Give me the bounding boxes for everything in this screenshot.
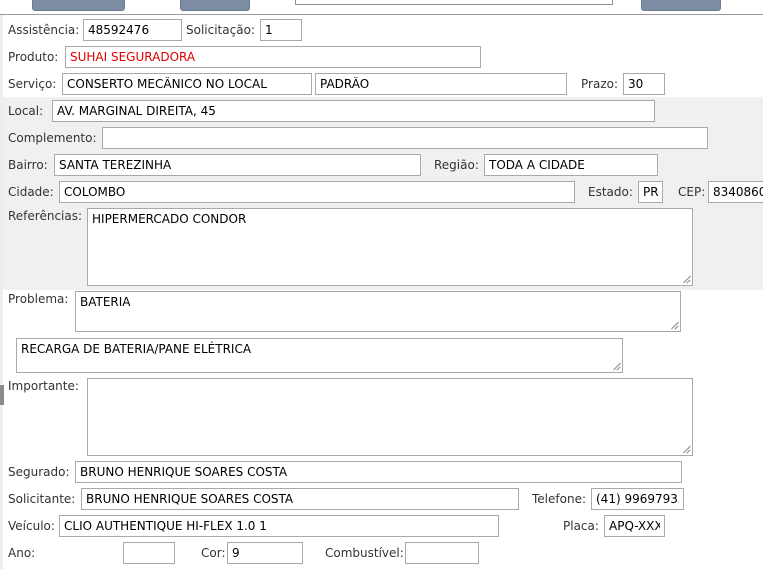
combustivel-label: Combustível: [325, 546, 404, 560]
resize-grip-icon[interactable] [682, 445, 690, 453]
telefone-field[interactable] [591, 488, 684, 510]
referencias-label: Referências: [8, 209, 83, 223]
cep-field[interactable] [708, 181, 763, 203]
veiculo-label: Veículo: [8, 519, 55, 533]
servico-tipo-field[interactable] [315, 73, 567, 95]
local-field[interactable] [52, 100, 655, 122]
cidade-field[interactable] [59, 181, 575, 203]
resize-grip-icon[interactable] [670, 321, 678, 329]
toolbar-button-center[interactable] [180, 0, 250, 11]
problema-textarea[interactable]: BATERIA [75, 291, 681, 332]
cor-label: Cor: [201, 546, 226, 560]
assistencia-field[interactable] [83, 19, 182, 41]
estado-field[interactable] [638, 181, 663, 203]
importante-label: Importante: [8, 379, 79, 393]
complemento-field[interactable] [102, 127, 708, 149]
veiculo-field[interactable] [59, 515, 499, 537]
produto-field[interactable] [65, 46, 481, 68]
bairro-label: Bairro: [8, 158, 48, 172]
servico-label: Serviço: [8, 77, 57, 91]
toolbar-button-left[interactable] [32, 0, 125, 11]
regiao-field[interactable] [484, 154, 658, 176]
top-toolbar [0, 0, 763, 15]
problema-label: Problema: [8, 292, 69, 306]
telefone-label: Telefone: [532, 492, 586, 506]
left-scroll-marker [0, 385, 4, 405]
resize-grip-icon[interactable] [682, 275, 690, 283]
toolbar-field[interactable] [295, 0, 613, 5]
local-label: Local: [8, 104, 44, 118]
produto-label: Produto: [8, 50, 59, 64]
ano-label: Ano: [8, 546, 36, 560]
problema-detalhe-text: RECARGA DE BATERIA/PANE ELÉTRICA [21, 342, 252, 356]
problema-detalhe-textarea[interactable]: RECARGA DE BATERIA/PANE ELÉTRICA [16, 338, 623, 373]
cep-label: CEP: [678, 185, 706, 199]
ano-field[interactable] [123, 542, 175, 564]
cor-field[interactable] [227, 542, 303, 564]
servico-field[interactable] [62, 73, 312, 95]
assistencia-label: Assistência: [8, 23, 80, 37]
referencias-text: HIPERMERCADO CONDOR [92, 212, 247, 226]
prazo-field[interactable] [623, 73, 665, 95]
cidade-label: Cidade: [8, 185, 54, 199]
solicitacao-field[interactable] [260, 19, 302, 41]
solicitante-label: Solicitante: [8, 492, 76, 506]
estado-label: Estado: [588, 185, 633, 199]
placa-field[interactable] [604, 515, 665, 537]
regiao-label: Região: [434, 158, 479, 172]
resize-grip-icon[interactable] [612, 362, 620, 370]
segurado-field[interactable] [75, 461, 682, 483]
combustivel-field[interactable] [405, 542, 479, 564]
placa-label: Placa: [563, 519, 599, 533]
problema-text: BATERIA [80, 295, 131, 309]
toolbar-button-right[interactable] [641, 0, 721, 11]
solicitacao-label: Solicitação: [186, 23, 255, 37]
solicitante-field[interactable] [81, 488, 519, 510]
importante-textarea[interactable] [87, 378, 693, 456]
segurado-label: Segurado: [8, 465, 70, 479]
referencias-textarea[interactable]: HIPERMERCADO CONDOR [87, 208, 693, 286]
bairro-field[interactable] [54, 154, 421, 176]
prazo-label: Prazo: [581, 77, 618, 91]
complemento-label: Complemento: [8, 131, 97, 145]
